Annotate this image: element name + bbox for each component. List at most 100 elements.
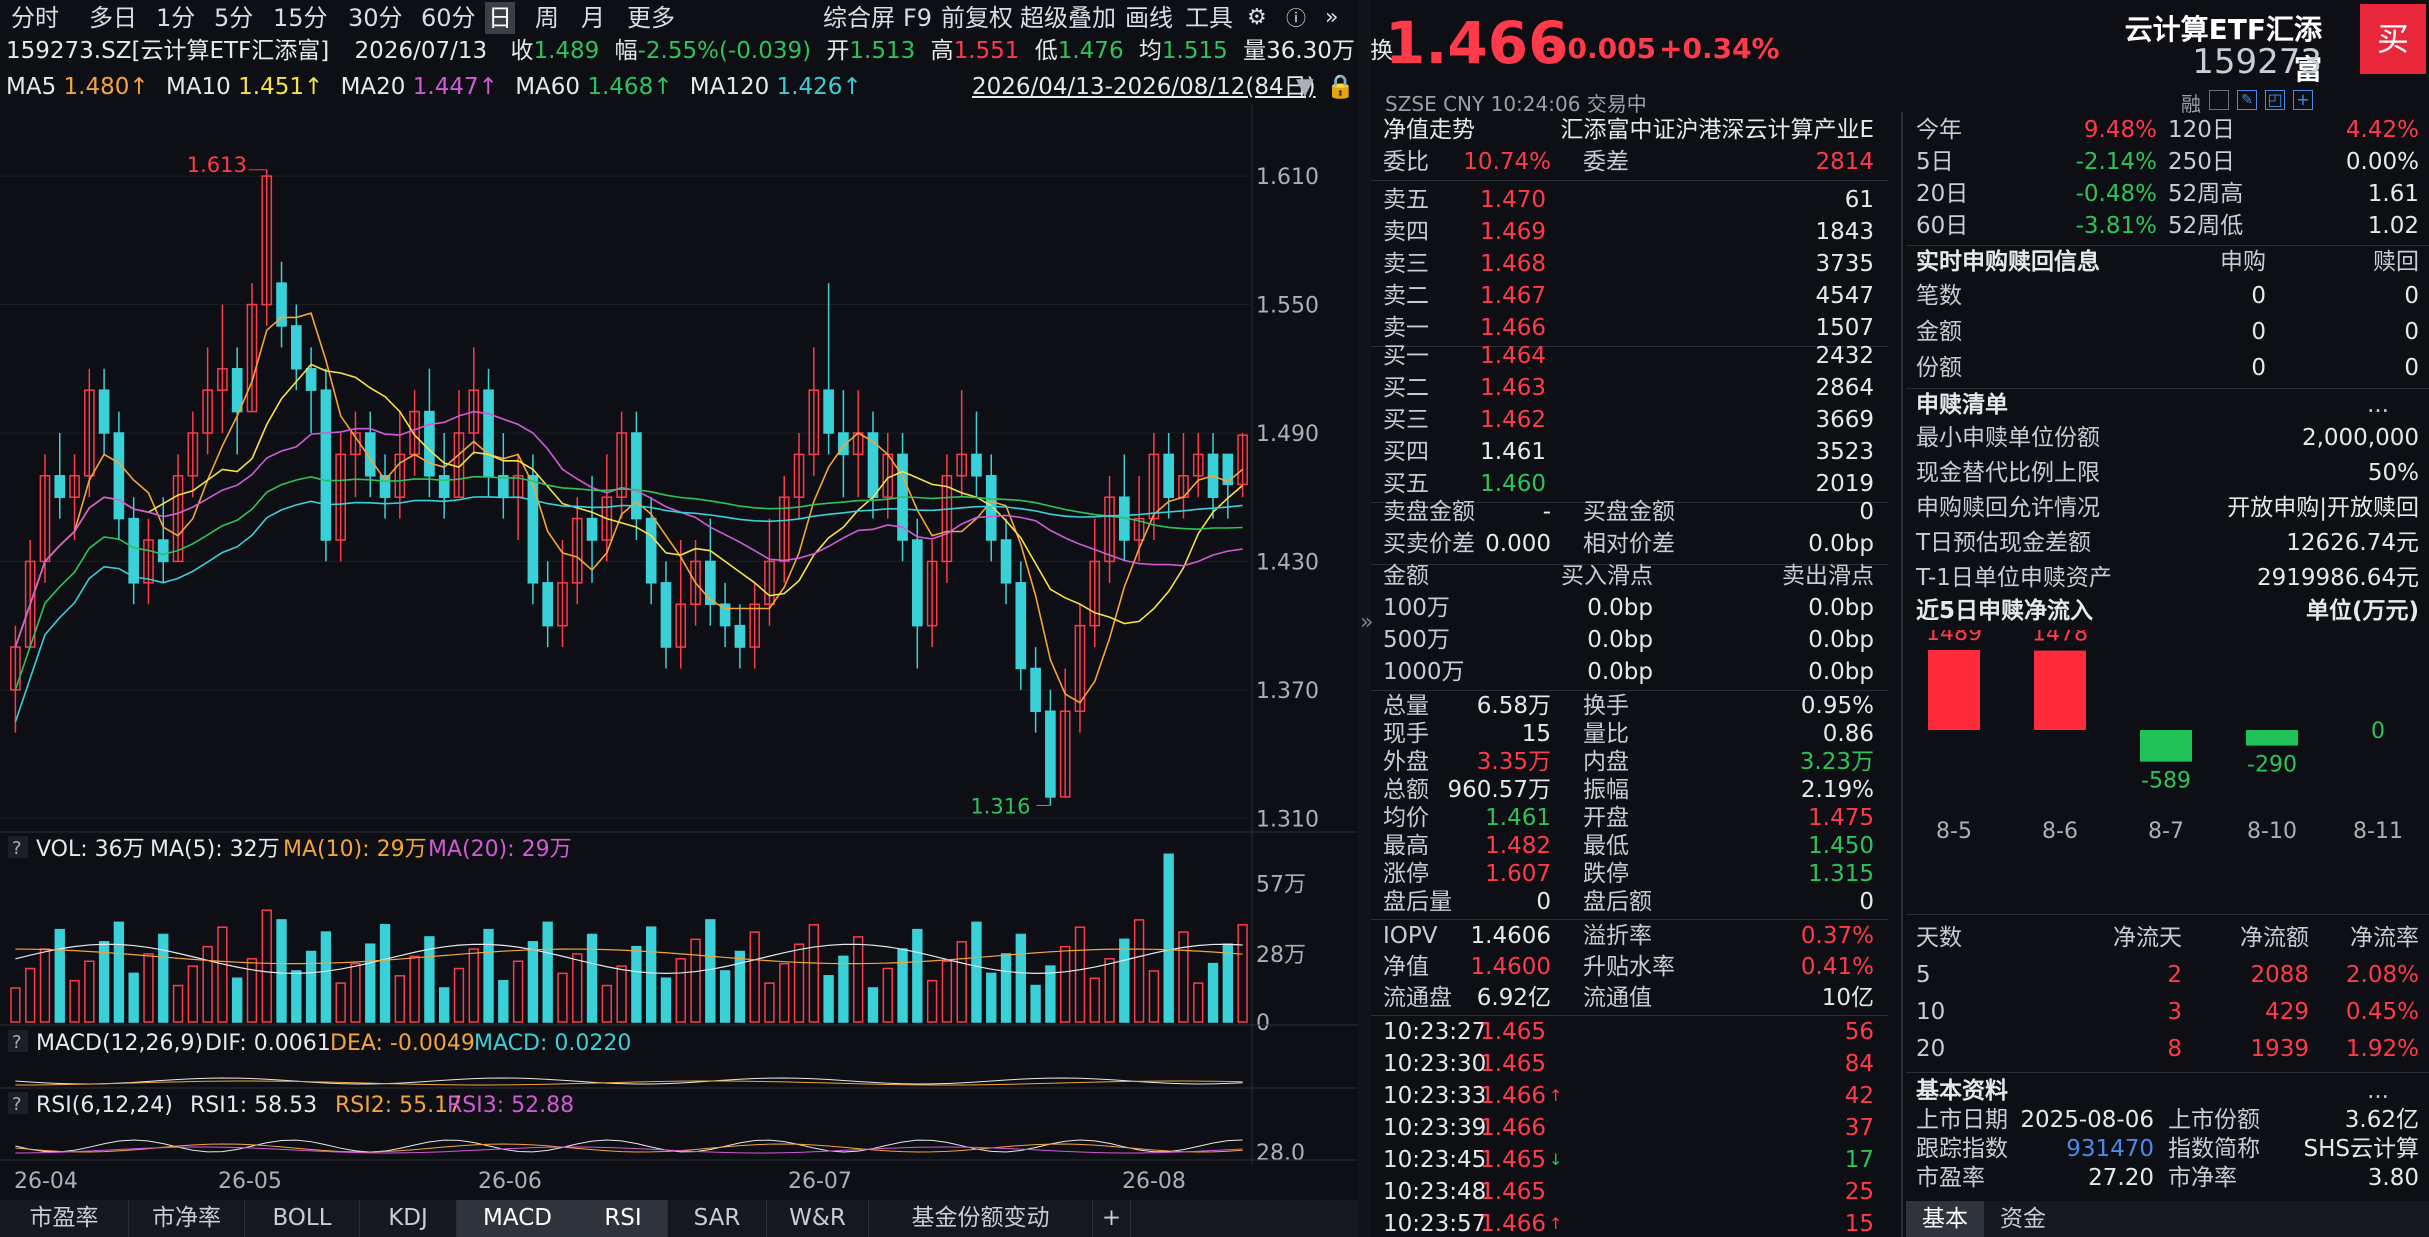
toolbar-right-5[interactable]: 工具: [1182, 2, 1236, 34]
cell: 金额: [1916, 319, 1962, 345]
volume-bar: [54, 928, 65, 1023]
period-tab-9[interactable]: 月: [578, 2, 608, 34]
candle-body: [483, 389, 494, 477]
cell: 6.58万: [1476, 693, 1551, 719]
order-book-row[interactable]: 买四 1.461 3523: [1371, 436, 1888, 468]
cell: 换手: [1583, 693, 1629, 719]
order-book-row[interactable]: 卖四 1.469 1843: [1371, 216, 1888, 248]
volume-stat-row: 总量 6.58万 换手 0.95%: [1371, 692, 1888, 720]
gear-icon[interactable]: ⚙: [1244, 2, 1270, 34]
volume-bar: [971, 921, 982, 1023]
cell: 开盘: [1583, 805, 1629, 831]
cell: 振幅: [1583, 777, 1629, 803]
dropdown-triangle-icon[interactable]: ▼: [1296, 70, 1314, 104]
edit-icon[interactable]: ✎: [2237, 90, 2257, 110]
level-price: 1.468: [1480, 251, 1546, 277]
double-chevron-icon[interactable]: »: [1322, 2, 1341, 34]
cell: 0: [1859, 499, 1874, 525]
rsi3-label: RSI3: 52.88: [447, 1093, 574, 1118]
divider: [1371, 180, 1888, 181]
order-book-row[interactable]: 买一 1.464 2432: [1371, 340, 1888, 372]
cell: 净流额: [2240, 925, 2309, 951]
period-tab-0[interactable]: 分时: [8, 2, 62, 34]
indicator-tab-4[interactable]: MACD: [457, 1200, 579, 1237]
period-tab-7[interactable]: 日: [485, 2, 515, 34]
help-icon[interactable]: ⓘ: [1283, 2, 1309, 34]
indicator-tab-6[interactable]: SAR: [668, 1200, 767, 1237]
order-book-row[interactable]: 卖五 1.470 61: [1371, 184, 1888, 216]
toolbar-right-4[interactable]: 画线: [1122, 2, 1176, 34]
level-price: 1.470: [1480, 187, 1546, 213]
y-tick-label: 1.610: [1256, 165, 1319, 190]
cell: 最小申赎单位份额: [1916, 425, 2100, 451]
netval-link[interactable]: 净值走势: [1383, 114, 1475, 146]
cell: 市净率: [2168, 1165, 2237, 1191]
order-book-row[interactable]: 买二 1.463 2864: [1371, 372, 1888, 404]
volume-bar: [1222, 943, 1234, 1023]
indicator-tab-9[interactable]: +: [1093, 1200, 1131, 1237]
toolbar-right-1[interactable]: F9: [900, 2, 935, 34]
indicator-tab-8[interactable]: 基金份额变动: [869, 1200, 1093, 1237]
lock-icon[interactable]: 🔒: [1326, 70, 1355, 104]
indicator-tab-1[interactable]: 市净率: [129, 1200, 245, 1237]
volume-bar: [468, 948, 479, 1023]
tick-time: 10:23:30: [1383, 1051, 1487, 1077]
vol-ma10-label: MA(10): 29万: [283, 837, 427, 862]
cell[interactable]: 931470: [2066, 1135, 2154, 1164]
tick-row: 10:23:33 1.466 ↑ 42: [1371, 1080, 1888, 1112]
divider: [1906, 1072, 2429, 1073]
cell: 买盘金额: [1583, 499, 1675, 525]
cell: 0.0bp: [1587, 659, 1653, 685]
buy-button[interactable]: 买: [2360, 4, 2426, 74]
vol-ma10-line: [15, 948, 1243, 965]
more-link[interactable]: ...: [2367, 389, 2389, 421]
order-book-row[interactable]: 卖二 1.467 4547: [1371, 280, 1888, 312]
cell: 申购赎回允许情况: [1916, 495, 2100, 521]
period-tab-1[interactable]: 多日: [86, 2, 140, 34]
net-flow-chart: 1489 8-5 1478 8-6 -589 8-7 -290 8-10 0 8-11: [1926, 630, 2403, 844]
lock-square-icon[interactable]: [2209, 90, 2229, 110]
volume-bar: [335, 982, 346, 1023]
indicator-tab-7[interactable]: W&R: [767, 1200, 869, 1237]
indicator-tab-5[interactable]: RSI: [579, 1200, 668, 1237]
level-label: 卖四: [1383, 219, 1429, 245]
period-tab-8[interactable]: 周: [532, 2, 562, 34]
indicator-tab-0[interactable]: 市盈率: [0, 1200, 129, 1237]
period-tab-4[interactable]: 15分: [270, 2, 331, 34]
more-link[interactable]: ...: [2367, 1076, 2389, 1106]
chart-canvas[interactable]: 1.610 1.550 1.490 1.430 1.370 1.310 1.613 1.316…: [0, 104, 1358, 1200]
period-tab-6[interactable]: 60分: [418, 2, 479, 34]
tick-price: 1.466: [1480, 1115, 1546, 1141]
order-book-row[interactable]: 买三 1.462 3669: [1371, 404, 1888, 436]
expand-icon[interactable]: +: [2293, 90, 2313, 110]
toolbar-right-3[interactable]: 超级叠加: [1017, 2, 1119, 34]
flow-date-label: 8-7: [2148, 819, 2184, 844]
cell: 0.0bp: [1808, 659, 1874, 685]
order-book-row[interactable]: 卖三 1.468 3735: [1371, 248, 1888, 280]
period-tab-3[interactable]: 5分: [211, 2, 256, 34]
y-tick-label: 1.310: [1256, 807, 1319, 832]
volume-bar: [1015, 933, 1027, 1023]
tick-time: 10:23:45: [1383, 1147, 1487, 1173]
period-tab-2[interactable]: 1分: [153, 2, 198, 34]
indicator-tab-2[interactable]: BOLL: [245, 1200, 360, 1237]
period-range-selector[interactable]: 2026/04/13-2026/08/12(84日): [972, 70, 1316, 104]
max-price-label: 1.613: [187, 153, 247, 177]
tick-row: 10:23:39 1.466 37: [1371, 1112, 1888, 1144]
candle-body: [527, 475, 539, 584]
window-icon[interactable]: ◰: [2265, 90, 2285, 110]
toolbar-right-2[interactable]: 前复权: [938, 2, 1016, 34]
redemption-list-row: T-1日单位申赎资产 2919986.64元: [1906, 562, 2429, 594]
volume-stat-row: 最高 1.482 最低 1.450: [1371, 832, 1888, 860]
cell: 1.4600: [1470, 954, 1551, 980]
indicator-tab-3[interactable]: KDJ: [360, 1200, 457, 1237]
ma60-value: 1.468↑: [587, 74, 673, 100]
cell: 上市份额: [2168, 1107, 2260, 1133]
period-tab-10[interactable]: 更多: [624, 2, 678, 34]
fund-tab-0[interactable]: 基本: [1906, 1201, 1984, 1237]
volume-bar: [1119, 938, 1130, 1023]
toolbar-right-0[interactable]: 综合屏: [820, 2, 898, 34]
period-tab-5[interactable]: 30分: [345, 2, 406, 34]
fund-tab-1[interactable]: 资金: [1984, 1201, 2062, 1237]
cell: 卖盘金额: [1383, 499, 1475, 525]
